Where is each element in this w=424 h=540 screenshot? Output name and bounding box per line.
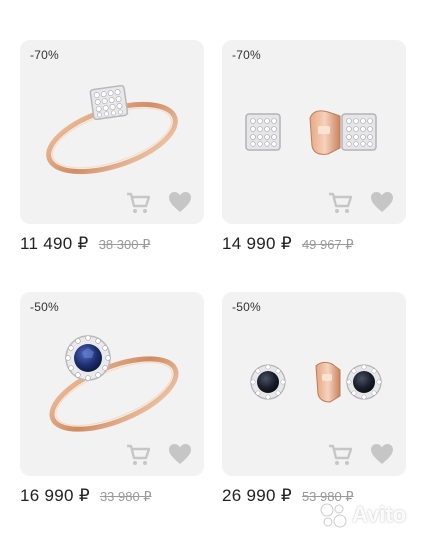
- price: 16 990 ₽: [20, 486, 90, 505]
- cart-icon[interactable]: [126, 192, 150, 214]
- discount-badge: -50%: [30, 300, 59, 314]
- heart-icon[interactable]: [370, 191, 394, 213]
- product-card-1[interactable]: -70%: [20, 40, 204, 224]
- price-row-1: 11 490 ₽ 38 300 ₽: [20, 234, 150, 254]
- avito-logo-icon: [320, 503, 347, 528]
- heart-icon[interactable]: [370, 443, 394, 465]
- product-card-4[interactable]: -50%: [222, 292, 406, 476]
- heart-icon[interactable]: [168, 443, 192, 465]
- watermark-text: Avito: [352, 502, 407, 527]
- avito-watermark: Avito: [318, 500, 406, 530]
- cart-icon[interactable]: [328, 444, 352, 466]
- heart-icon[interactable]: [168, 191, 192, 213]
- discount-badge: -50%: [232, 300, 261, 314]
- old-price: 49 967 ₽: [301, 237, 354, 252]
- old-price: 33 980 ₽: [99, 489, 152, 504]
- product-card-2[interactable]: -70%: [222, 40, 406, 224]
- price: 26 990 ₽: [222, 486, 292, 505]
- product-card-3[interactable]: -50%: [20, 292, 204, 476]
- price-row-3: 16 990 ₽ 33 980 ₽: [20, 486, 152, 506]
- price: 11 490 ₽: [20, 234, 89, 253]
- old-price: 38 300 ₽: [98, 237, 151, 252]
- discount-badge: -70%: [232, 48, 261, 62]
- price-row-2: 14 990 ₽ 49 967 ₽: [222, 234, 354, 254]
- price: 14 990 ₽: [222, 234, 292, 253]
- discount-badge: -70%: [30, 48, 59, 62]
- cart-icon[interactable]: [126, 444, 150, 466]
- cart-icon[interactable]: [328, 192, 352, 214]
